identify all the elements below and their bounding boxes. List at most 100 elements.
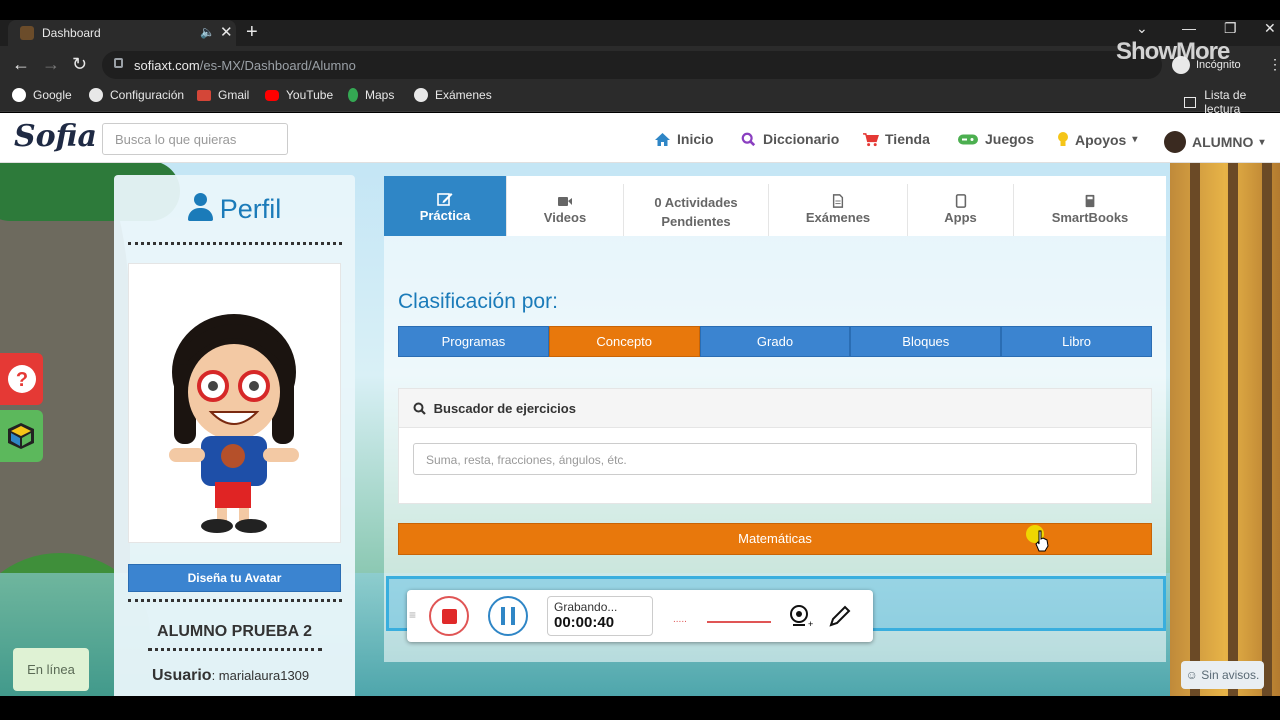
sofia-logo[interactable]: Sofia [14,119,97,154]
forward-arrow-icon[interactable]: → [42,54,60,75]
question-icon: ? [8,365,36,393]
profile-title: Perfil [114,193,355,225]
cart-icon [863,132,879,146]
close-tab-icon[interactable]: ✕ [220,23,233,41]
classification-title: Clasificación por: [398,290,558,313]
tab-examenes[interactable]: Exámenes [769,184,908,236]
exercise-finder-panel: Buscador de ejercicios Suma, resta, frac… [398,388,1152,504]
bookmark-google[interactable]: Google [12,88,72,102]
nav-alumno-menu[interactable]: ALUMNO ▾ [1164,131,1264,153]
volume-slider[interactable] [707,621,771,623]
tab-practica[interactable]: Práctica [384,176,507,236]
filter-programas[interactable]: Programas [398,326,549,357]
bookmark-examenes[interactable]: Exámenes [414,88,492,102]
minimize-icon[interactable]: — [1182,20,1196,36]
tab-videos[interactable]: Videos [507,184,624,236]
address-bar[interactable]: sofiaxt.com/es-MX/Dashboard/Alumno [102,51,1162,79]
site-search-input[interactable]: Busca lo que quieras [102,123,288,155]
dotted-divider [148,648,322,651]
person-icon [187,193,213,221]
video-camera-icon [558,197,572,206]
exercise-finder-header: Buscador de ejercicios [399,389,1151,428]
browser-menu-icon[interactable]: ⋮ [1268,56,1280,73]
gear-icon [89,88,103,102]
bookmark-gmail[interactable]: Gmail [197,88,249,102]
speaker-icon[interactable]: 🔈 [200,25,215,39]
search-icon [413,402,426,415]
online-status[interactable]: En línea [13,648,89,691]
youtube-icon [265,89,279,101]
hand-cursor-icon [1035,530,1049,552]
tab-title: Dashboard [42,26,101,40]
smile-icon: ☺ [1185,668,1198,682]
profile-panel: Perfil Diseña tu Avatar ALUMNO PRUEBA 2 … [114,175,355,696]
classification-filters: Programas Concepto Grado Bloques Libro [398,326,1152,357]
content-tabs: Práctica Videos 0 Actividades Pendientes… [384,176,1166,236]
close-window-icon[interactable]: ✕ [1264,20,1276,37]
audio-level-icon: ..... [673,614,687,625]
nav-apoyos[interactable]: Apoyos ▾ [1057,131,1137,148]
tab-actividades-pendientes[interactable]: 0 Actividades Pendientes [624,184,769,236]
caret-down-icon: ▾ [1132,134,1138,145]
screen-recorder-toolbar: ≡ Grabando... 00:00:40 ..... + [407,590,873,642]
nav-inicio[interactable]: Inicio [654,131,714,147]
lightbulb-icon [1058,132,1068,146]
pause-recording-button[interactable] [488,596,528,636]
globe-icon [414,88,428,102]
screen-bottom-bar [0,696,1280,720]
reload-icon[interactable]: ↻ [72,54,87,75]
design-avatar-button[interactable]: Diseña tu Avatar [128,564,341,592]
bookmark-youtube[interactable]: YouTube [265,88,333,102]
background-trunk [1262,163,1272,696]
filter-libro[interactable]: Libro [1001,326,1152,357]
filter-concepto[interactable]: Concepto [548,326,700,357]
new-tab-button[interactable]: + [246,21,258,44]
back-arrow-icon[interactable]: ← [12,54,30,75]
caret-down-icon: ▾ [1259,136,1265,148]
background-trunk [1190,163,1200,696]
nav-juegos[interactable]: Juegos [957,131,1034,147]
magnifier-icon [741,132,756,146]
student-name: ALUMNO PRUEBA 2 [157,623,312,640]
site-header: Sofia Busca lo que quieras Inicio Diccio… [0,113,1280,163]
filter-bloques[interactable]: Bloques [850,326,1002,357]
url-text: sofiaxt.com/es-MX/Dashboard/Alumno [134,58,356,73]
pencil-icon[interactable] [827,603,853,629]
book-icon [1085,194,1095,208]
cube-icon [8,423,34,449]
user-avatar-icon [1164,131,1186,153]
svg-text:+: + [808,619,813,629]
bookmarks-bar: Google Configuración Gmail YouTube Maps … [0,84,1280,116]
notices-badge[interactable]: ☺ Sin avisos. [1181,661,1264,689]
gamepad-icon [958,134,978,144]
site-favicon-icon [20,26,34,40]
nav-diccionario[interactable]: Diccionario [740,131,839,147]
tablet-icon [955,194,966,208]
maps-pin-icon [348,88,358,102]
browser-tab[interactable]: Dashboard 🔈 ✕ [8,20,236,46]
showmore-watermark: ShowMore [1116,38,1230,65]
stop-recording-button[interactable] [429,596,469,636]
pause-icon [501,607,505,625]
dotted-divider [128,242,342,245]
filter-grado[interactable]: Grado [699,326,851,357]
reading-list[interactable]: Lista de lectura [1184,88,1280,116]
drag-handle-icon[interactable]: ≡ [409,608,416,622]
tab-search-icon[interactable]: ⌄ [1136,20,1148,37]
nav-tienda[interactable]: Tienda [862,131,930,147]
svg-text:?: ? [16,369,28,391]
stop-icon [442,609,457,624]
maximize-icon[interactable]: ❐ [1224,20,1237,37]
cube-button[interactable] [0,410,43,462]
webcam-icon[interactable]: + [787,603,813,629]
address-bar-row: ← → ↻ sofiaxt.com/es-MX/Dashboard/Alumno… [0,46,1280,84]
exercise-search-input[interactable]: Suma, resta, fracciones, ángulos, étc. [413,443,1137,475]
tab-strip: Dashboard 🔈 ✕ + ⌄ — ❐ ✕ [0,20,1280,46]
child-avatar-illustration [169,314,299,533]
help-button[interactable]: ? [0,353,43,405]
tab-smartbooks[interactable]: SmartBooks [1014,184,1166,236]
tab-apps[interactable]: Apps [908,184,1014,236]
avatar-image [128,263,341,543]
bookmark-maps[interactable]: Maps [348,88,394,102]
bookmark-configuracion[interactable]: Configuración [89,88,184,102]
